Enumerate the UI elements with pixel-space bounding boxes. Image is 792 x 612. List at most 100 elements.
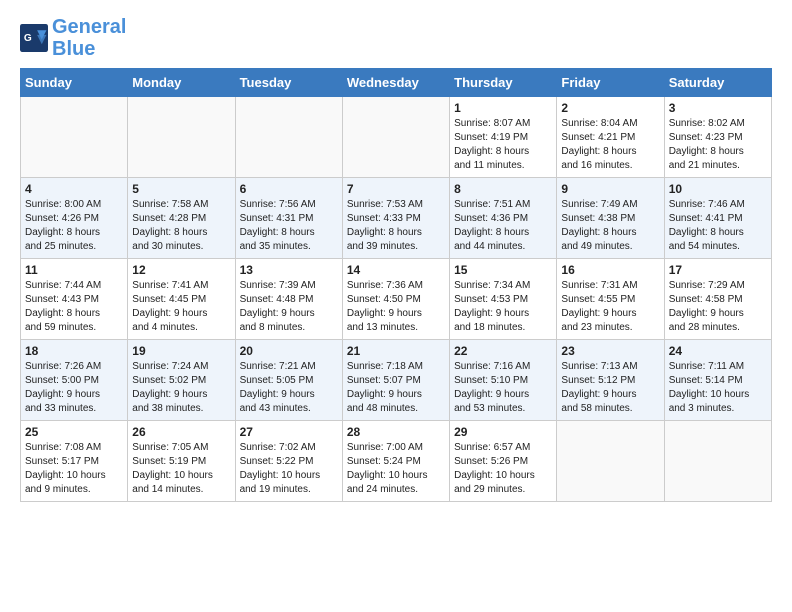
day-info: Sunrise: 7:13 AM Sunset: 5:12 PM Dayligh…: [561, 360, 659, 416]
day-info: Sunrise: 7:51 AM Sunset: 4:36 PM Dayligh…: [454, 198, 552, 254]
day-info: Sunrise: 7:49 AM Sunset: 4:38 PM Dayligh…: [561, 198, 659, 254]
calendar-cell: 2 Sunrise: 8:04 AM Sunset: 4:21 PM Daylig…: [557, 97, 664, 178]
calendar-cell: 29Sunrise: 6:57 AM Sunset: 5:26 PM Dayli…: [450, 421, 557, 502]
day-number: 25: [25, 425, 123, 439]
day-number: 6: [240, 182, 338, 196]
day-info: Sunrise: 7:11 AM Sunset: 5:14 PM Dayligh…: [669, 360, 767, 416]
calendar-cell: 18 Sunrise: 7:26 AM Sunset: 5:00 PM Dayli…: [21, 340, 128, 421]
day-number: 8: [454, 182, 552, 196]
calendar-table: SundayMondayTuesdayWednesdayThursdayFrid…: [20, 68, 772, 502]
weekday-header-thursday: Thursday: [450, 69, 557, 97]
calendar-cell: 22 Sunrise: 7:16 AM Sunset: 5:10 PM Dayli…: [450, 340, 557, 421]
calendar-cell: 11 Sunrise: 7:44 AM Sunset: 4:43 PM Dayli…: [21, 259, 128, 340]
day-number: 27: [240, 425, 338, 439]
day-info: Sunrise: 7:39 AM Sunset: 4:48 PM Dayligh…: [240, 279, 338, 335]
day-info: Sunrise: 7:44 AM Sunset: 4:43 PM Dayligh…: [25, 279, 123, 335]
day-number: 9: [561, 182, 659, 196]
day-info: Sunrise: 8:00 AM Sunset: 4:26 PM Dayligh…: [25, 198, 123, 254]
day-info: Sunrise: 7:08 AM Sunset: 5:17 PM Dayligh…: [25, 441, 123, 497]
day-number: 7: [347, 182, 445, 196]
calendar-cell: [557, 421, 664, 502]
calendar-cell: 26 Sunrise: 7:05 AM Sunset: 5:19 PM Dayli…: [128, 421, 235, 502]
logo-text: General Blue: [52, 16, 126, 60]
day-info: Sunrise: 7:18 AM Sunset: 5:07 PM Dayligh…: [347, 360, 445, 416]
svg-text:G: G: [24, 33, 32, 44]
day-number: 24: [669, 344, 767, 358]
calendar-cell: 5 Sunrise: 7:58 AM Sunset: 4:28 PM Daylig…: [128, 178, 235, 259]
weekday-header-monday: Monday: [128, 69, 235, 97]
day-info: Sunrise: 7:56 AM Sunset: 4:31 PM Dayligh…: [240, 198, 338, 254]
day-number: 5: [132, 182, 230, 196]
calendar-cell: [21, 97, 128, 178]
day-number: 4: [25, 182, 123, 196]
day-number: 11: [25, 263, 123, 277]
day-number: 2: [561, 101, 659, 115]
day-number: 14: [347, 263, 445, 277]
calendar-cell: [664, 421, 771, 502]
weekday-header-friday: Friday: [557, 69, 664, 97]
calendar-cell: 12 Sunrise: 7:41 AM Sunset: 4:45 PM Dayli…: [128, 259, 235, 340]
day-info: Sunrise: 8:02 AM Sunset: 4:23 PM Dayligh…: [669, 117, 767, 173]
day-info: Sunrise: 7:53 AM Sunset: 4:33 PM Dayligh…: [347, 198, 445, 254]
day-info: Sunrise: 7:58 AM Sunset: 4:28 PM Dayligh…: [132, 198, 230, 254]
calendar-cell: [128, 97, 235, 178]
day-number: 23: [561, 344, 659, 358]
day-number: 22: [454, 344, 552, 358]
calendar-cell: 8 Sunrise: 7:51 AM Sunset: 4:36 PM Daylig…: [450, 178, 557, 259]
logo-icon: G: [20, 24, 48, 52]
calendar-cell: [342, 97, 449, 178]
day-info: Sunrise: 7:05 AM Sunset: 5:19 PM Dayligh…: [132, 441, 230, 497]
day-number: 13: [240, 263, 338, 277]
day-number: 26: [132, 425, 230, 439]
weekday-header-saturday: Saturday: [664, 69, 771, 97]
day-info: Sunrise: 7:41 AM Sunset: 4:45 PM Dayligh…: [132, 279, 230, 335]
day-info: Sunrise: 8:04 AM Sunset: 4:21 PM Dayligh…: [561, 117, 659, 173]
weekday-header-wednesday: Wednesday: [342, 69, 449, 97]
calendar-cell: 28 Sunrise: 7:00 AM Sunset: 5:24 PM Dayli…: [342, 421, 449, 502]
day-info: Sunrise: 7:21 AM Sunset: 5:05 PM Dayligh…: [240, 360, 338, 416]
calendar-cell: 27 Sunrise: 7:02 AM Sunset: 5:22 PM Dayli…: [235, 421, 342, 502]
calendar-cell: 16 Sunrise: 7:31 AM Sunset: 4:55 PM Dayli…: [557, 259, 664, 340]
day-number: 28: [347, 425, 445, 439]
calendar-cell: 19 Sunrise: 7:24 AM Sunset: 5:02 PM Dayli…: [128, 340, 235, 421]
day-info: Sunrise: 7:36 AM Sunset: 4:50 PM Dayligh…: [347, 279, 445, 335]
calendar-cell: 21 Sunrise: 7:18 AM Sunset: 5:07 PM Dayli…: [342, 340, 449, 421]
day-info: Sunrise: 7:29 AM Sunset: 4:58 PM Dayligh…: [669, 279, 767, 335]
day-number: 12: [132, 263, 230, 277]
calendar-cell: 25 Sunrise: 7:08 AM Sunset: 5:17 PM Dayli…: [21, 421, 128, 502]
day-info: Sunrise: 7:26 AM Sunset: 5:00 PM Dayligh…: [25, 360, 123, 416]
day-number: 18: [25, 344, 123, 358]
calendar-cell: 24 Sunrise: 7:11 AM Sunset: 5:14 PM Dayli…: [664, 340, 771, 421]
weekday-header-tuesday: Tuesday: [235, 69, 342, 97]
day-number: 19: [132, 344, 230, 358]
day-number: 3: [669, 101, 767, 115]
day-info: Sunrise: 7:02 AM Sunset: 5:22 PM Dayligh…: [240, 441, 338, 497]
day-number: 21: [347, 344, 445, 358]
calendar-cell: 13 Sunrise: 7:39 AM Sunset: 4:48 PM Dayli…: [235, 259, 342, 340]
day-info: Sunrise: 7:46 AM Sunset: 4:41 PM Dayligh…: [669, 198, 767, 254]
calendar-cell: 15 Sunrise: 7:34 AM Sunset: 4:53 PM Dayli…: [450, 259, 557, 340]
day-number: 17: [669, 263, 767, 277]
calendar-cell: 1Sunrise: 8:07 AM Sunset: 4:19 PM Daylig…: [450, 97, 557, 178]
day-number: 20: [240, 344, 338, 358]
calendar-cell: 9 Sunrise: 7:49 AM Sunset: 4:38 PM Daylig…: [557, 178, 664, 259]
day-number: 16: [561, 263, 659, 277]
day-info: Sunrise: 7:16 AM Sunset: 5:10 PM Dayligh…: [454, 360, 552, 416]
calendar-cell: 17 Sunrise: 7:29 AM Sunset: 4:58 PM Dayli…: [664, 259, 771, 340]
day-info: Sunrise: 7:00 AM Sunset: 5:24 PM Dayligh…: [347, 441, 445, 497]
calendar-cell: [235, 97, 342, 178]
day-info: Sunrise: 7:34 AM Sunset: 4:53 PM Dayligh…: [454, 279, 552, 335]
calendar-cell: 20 Sunrise: 7:21 AM Sunset: 5:05 PM Dayli…: [235, 340, 342, 421]
calendar-cell: 14 Sunrise: 7:36 AM Sunset: 4:50 PM Dayli…: [342, 259, 449, 340]
calendar-cell: 4 Sunrise: 8:00 AM Sunset: 4:26 PM Daylig…: [21, 178, 128, 259]
calendar-cell: 3 Sunrise: 8:02 AM Sunset: 4:23 PM Daylig…: [664, 97, 771, 178]
day-info: Sunrise: 7:31 AM Sunset: 4:55 PM Dayligh…: [561, 279, 659, 335]
calendar-cell: 23 Sunrise: 7:13 AM Sunset: 5:12 PM Dayli…: [557, 340, 664, 421]
calendar-cell: 6 Sunrise: 7:56 AM Sunset: 4:31 PM Daylig…: [235, 178, 342, 259]
calendar-cell: 10Sunrise: 7:46 AM Sunset: 4:41 PM Dayli…: [664, 178, 771, 259]
day-number: 15: [454, 263, 552, 277]
day-number: 29: [454, 425, 552, 439]
logo: G General Blue: [20, 16, 126, 60]
day-info: Sunrise: 7:24 AM Sunset: 5:02 PM Dayligh…: [132, 360, 230, 416]
day-info: Sunrise: 8:07 AM Sunset: 4:19 PM Dayligh…: [454, 117, 552, 173]
